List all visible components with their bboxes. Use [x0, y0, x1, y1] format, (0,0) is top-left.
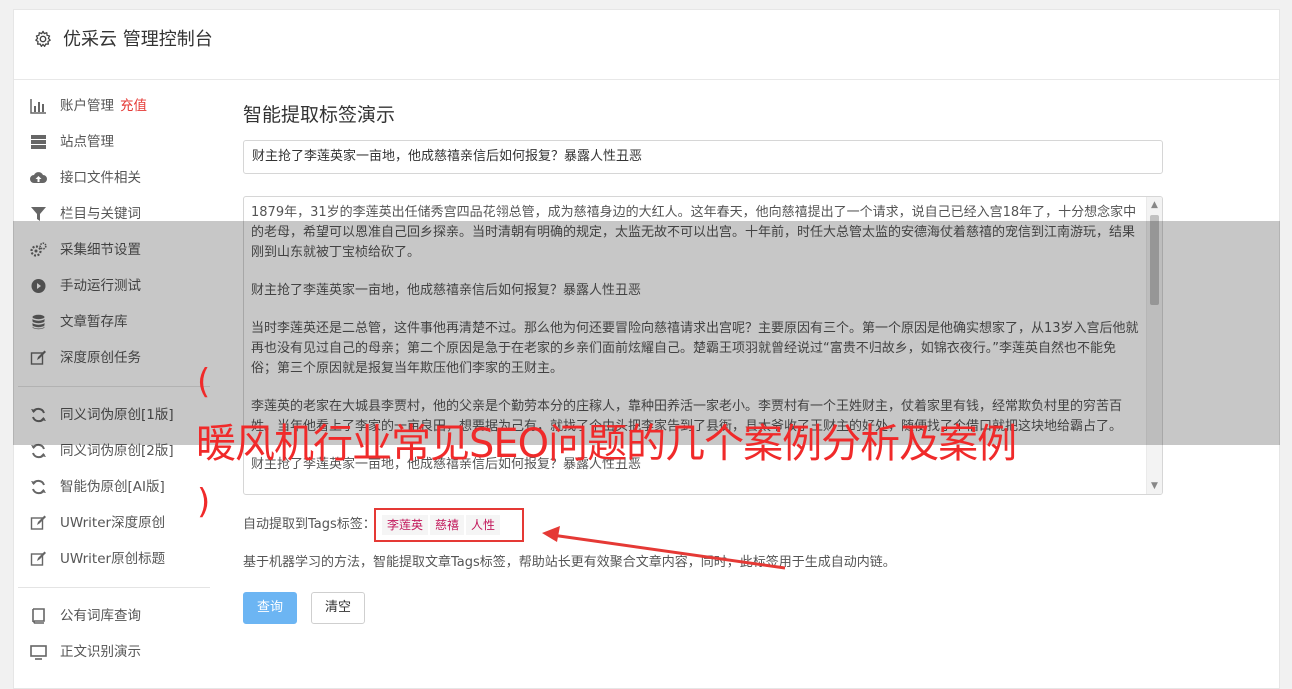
sidebar-item-label: 公有词库查询 [60, 608, 141, 624]
refresh-icon [31, 443, 46, 459]
gear-icon [35, 30, 51, 48]
scroll-down-arrow-icon[interactable]: ▼ [1147, 478, 1162, 494]
sidebar-item-label: UWriter原创标题 [60, 551, 166, 567]
sidebar-item-label: 站点管理 [60, 134, 114, 150]
console-header: 优采云 管理控制台 [14, 10, 1279, 80]
sidebar-divider [18, 587, 210, 588]
tag-chip[interactable]: 慈禧 [430, 515, 465, 535]
tags-label: 自动提取到Tags标签： [243, 517, 376, 532]
scroll-up-arrow-icon[interactable]: ▲ [1147, 197, 1162, 213]
server-icon [31, 135, 46, 149]
overlay-band [13, 221, 1280, 445]
sidebar-item-account[interactable]: 账户管理 充值 [18, 88, 210, 124]
query-button[interactable]: 查询 [243, 592, 297, 624]
cloud-upload-icon [30, 172, 47, 183]
refresh-icon [31, 479, 46, 495]
overlay-headline: 暖风机行业常见SEO问题的几个案例分析及案例 [196, 421, 1017, 467]
page-title: 智能提取标签演示 [243, 104, 396, 126]
tags-highlight-box: 李莲英 慈禧 人性 [374, 508, 524, 542]
overlay-close-paren: ) [197, 482, 211, 522]
sidebar-item-uwriter-deep[interactable]: UWriter深度原创 [18, 505, 210, 541]
sidebar-item-label: 智能伪原创[AI版] [60, 479, 165, 495]
tag-chip[interactable]: 人性 [466, 515, 501, 535]
annotation-arrow-icon [542, 526, 786, 570]
screen-icon [30, 645, 47, 660]
filter-icon [31, 207, 46, 221]
sidebar-item-uwriter-title[interactable]: UWriter原创标题 [18, 541, 210, 577]
clear-button[interactable]: 清空 [311, 592, 365, 624]
sidebar-item-ai-original[interactable]: 智能伪原创[AI版] [18, 469, 210, 505]
sidebar-item-interface-files[interactable]: 接口文件相关 [18, 160, 210, 196]
edit-icon [30, 551, 46, 566]
title-input[interactable]: 财主抢了李莲英家一亩地，他成慈禧亲信后如何报复？暴露人性丑恶 [243, 140, 1163, 174]
sidebar-item-label: 正文识别演示 [60, 644, 141, 660]
bar-chart-icon [30, 99, 46, 114]
edit-icon [30, 515, 46, 530]
tags-row: 自动提取到Tags标签： 李莲英 慈禧 人性 [243, 508, 524, 542]
tag-chip[interactable]: 李莲英 [382, 515, 429, 535]
sidebar-item-label: UWriter深度原创 [60, 515, 166, 531]
sidebar-item-sites[interactable]: 站点管理 [18, 124, 210, 160]
console-title: 优采云 管理控制台 [63, 29, 213, 50]
sidebar-item-label: 接口文件相关 [60, 170, 141, 186]
main-content: 智能提取标签演示 财主抢了李莲英家一亩地，他成慈禧亲信后如何报复？暴露人性丑恶 … [243, 96, 1164, 624]
overlay-open-paren: ( [197, 362, 211, 402]
sidebar-item-public-lexicon[interactable]: 公有词库查询 [18, 598, 210, 634]
sidebar-item-text-recognition[interactable]: 正文识别演示 [18, 634, 210, 670]
sidebar-item-label: 账户管理 [60, 98, 114, 114]
recharge-badge[interactable]: 充值 [120, 98, 147, 114]
book-icon [32, 608, 45, 624]
